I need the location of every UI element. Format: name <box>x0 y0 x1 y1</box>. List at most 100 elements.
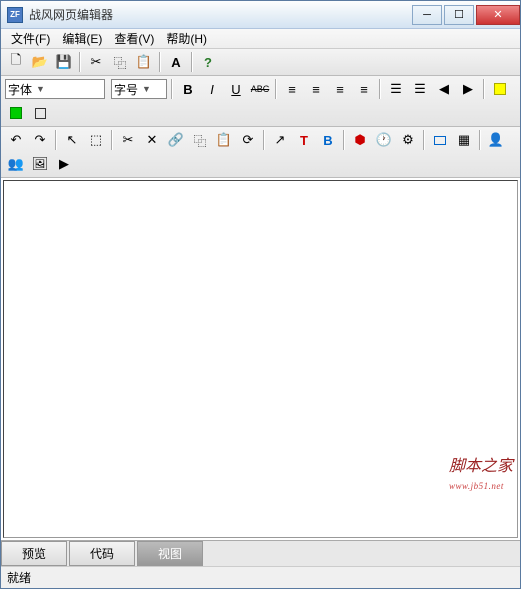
separator <box>479 130 481 150</box>
bold-button[interactable]: B <box>177 78 199 100</box>
bgcolor-icon <box>494 83 506 95</box>
bug-button[interactable]: ⬢ <box>349 129 371 151</box>
refresh-button[interactable]: ⟳ <box>237 129 259 151</box>
menu-file[interactable]: 文件(F) <box>5 28 56 49</box>
link-icon: 🔗 <box>168 132 184 148</box>
editor-canvas[interactable] <box>3 180 518 538</box>
delete-button[interactable]: ✕ <box>141 129 163 151</box>
indent-icon: ▶ <box>460 81 476 97</box>
gear-button[interactable]: ⚙ <box>397 129 419 151</box>
copy-button[interactable]: ⿻ <box>109 51 131 73</box>
rect-icon <box>434 136 446 145</box>
link-button[interactable]: 🔗 <box>165 129 187 151</box>
close-button[interactable]: ✕ <box>476 5 520 25</box>
font-size-select[interactable]: 字号▼ <box>111 79 167 99</box>
box-button[interactable] <box>29 102 51 124</box>
text-b-icon: B <box>320 132 336 148</box>
undo-button[interactable]: ↶ <box>5 129 27 151</box>
watermark-text: 脚本之家 <box>449 458 513 475</box>
copy2-button[interactable]: ⿻ <box>189 129 211 151</box>
underline-button[interactable]: U <box>225 78 247 100</box>
users-icon: 👥 <box>8 156 24 172</box>
font-dialog-button[interactable]: A <box>165 51 187 73</box>
insert-table-button[interactable]: ▦ <box>453 129 475 151</box>
arrow-button[interactable]: ↗ <box>269 129 291 151</box>
media-button[interactable]: ▶ <box>53 153 75 175</box>
font-family-select[interactable]: 字体▼ <box>5 79 105 99</box>
copy-icon: ⿻ <box>112 54 128 70</box>
help-button[interactable]: ? <box>197 51 219 73</box>
select-button[interactable]: ⬚ <box>85 129 107 151</box>
separator <box>55 130 57 150</box>
unordered-list-icon: ☰ <box>412 81 428 97</box>
tab-preview[interactable]: 预览 <box>1 541 67 566</box>
minimize-button[interactable]: ─ <box>412 5 442 25</box>
align-left-button[interactable]: ≡ <box>281 78 303 100</box>
separator <box>159 52 161 72</box>
indent-button[interactable]: ▶ <box>457 78 479 100</box>
align-right-button[interactable]: ≡ <box>329 78 351 100</box>
pointer-button[interactable]: ↖ <box>61 129 83 151</box>
text-t-icon: T <box>296 132 312 148</box>
clock-button[interactable]: 🕐 <box>373 129 395 151</box>
delete-icon: ✕ <box>144 132 160 148</box>
paste-icon: 📋 <box>216 132 232 148</box>
table-icon: ▦ <box>456 132 472 148</box>
separator <box>191 52 193 72</box>
align-justify-button[interactable]: ≡ <box>353 78 375 100</box>
open-button[interactable]: 📂 <box>29 51 51 73</box>
maximize-button[interactable]: ☐ <box>444 5 474 25</box>
italic-button[interactable]: I <box>201 78 223 100</box>
italic-icon: I <box>210 82 214 97</box>
menu-help[interactable]: 帮助(H) <box>160 28 213 49</box>
textbg-button[interactable]: B <box>317 129 339 151</box>
separator <box>263 130 265 150</box>
tab-view[interactable]: 视图 <box>137 541 203 566</box>
paste2-button[interactable]: 📋 <box>213 129 235 151</box>
image-button[interactable]: 🖼 <box>29 153 51 175</box>
user-icon: 👤 <box>488 132 504 148</box>
separator <box>343 130 345 150</box>
ordered-list-button[interactable]: ☰ <box>385 78 407 100</box>
bold-icon: B <box>183 82 192 97</box>
cut2-button[interactable]: ✂ <box>117 129 139 151</box>
align-right-icon: ≡ <box>332 81 348 97</box>
user2-button[interactable]: 👥 <box>5 153 27 175</box>
tab-code[interactable]: 代码 <box>69 541 135 566</box>
outdent-icon: ◀ <box>436 81 452 97</box>
menu-view[interactable]: 查看(V) <box>108 28 160 49</box>
align-center-icon: ≡ <box>308 81 324 97</box>
undo-icon: ↶ <box>8 132 24 148</box>
forecolor-button[interactable] <box>5 102 27 124</box>
insert-rect-button[interactable] <box>429 129 451 151</box>
outdent-button[interactable]: ◀ <box>433 78 455 100</box>
font-size-label: 字号 <box>114 81 138 98</box>
underline-icon: U <box>231 82 240 97</box>
textcolor-button[interactable]: T <box>293 129 315 151</box>
cut-icon: ✂ <box>88 54 104 70</box>
strike-button[interactable]: ABC <box>249 78 271 100</box>
cut-button[interactable]: ✂ <box>85 51 107 73</box>
bgcolor-button[interactable] <box>489 78 511 100</box>
toolbar-insert: ↶ ↷ ↖ ⬚ ✂ ✕ 🔗 ⿻ 📋 ⟳ ↗ T B ⬢ 🕐 ⚙ ▦ 👤 👥 🖼 … <box>1 127 520 178</box>
save-button[interactable]: 💾 <box>53 51 75 73</box>
new-button[interactable]: 🗋 <box>5 51 27 73</box>
box-icon <box>35 108 46 119</box>
chevron-down-icon: ▼ <box>36 84 45 94</box>
user1-button[interactable]: 👤 <box>485 129 507 151</box>
window-title: 战风网页编辑器 <box>29 6 410 23</box>
menu-edit[interactable]: 编辑(E) <box>56 28 108 49</box>
separator <box>483 79 485 99</box>
copy-icon: ⿻ <box>192 132 208 148</box>
paste-icon: 📋 <box>136 54 152 70</box>
titlebar: ZF 战风网页编辑器 ─ ☐ ✕ <box>1 1 520 29</box>
unordered-list-button[interactable]: ☰ <box>409 78 431 100</box>
paste-button[interactable]: 📋 <box>133 51 155 73</box>
refresh-icon: ⟳ <box>240 132 256 148</box>
ordered-list-icon: ☰ <box>388 81 404 97</box>
font-a-icon: A <box>171 55 180 70</box>
redo-button[interactable]: ↷ <box>29 129 51 151</box>
align-center-button[interactable]: ≡ <box>305 78 327 100</box>
arrow-icon: ↗ <box>272 132 288 148</box>
watermark-url: www.jb51.net <box>449 481 504 491</box>
